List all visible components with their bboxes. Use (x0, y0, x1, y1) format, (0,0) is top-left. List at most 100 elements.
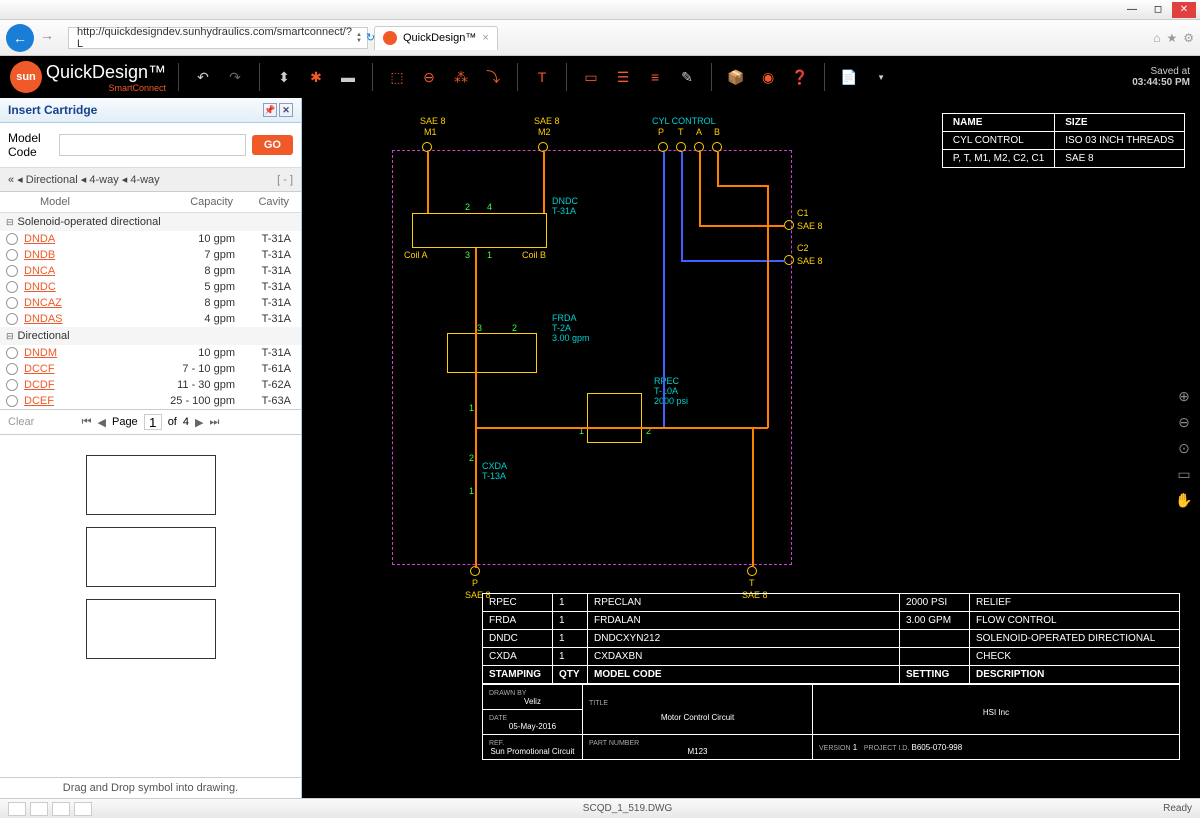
app-logo[interactable]: sun QuickDesign™ SmartConnect (10, 61, 166, 93)
url-dropdown-icon[interactable]: ▲▼ (356, 32, 362, 44)
port-p[interactable] (658, 142, 668, 152)
radio-icon[interactable] (6, 265, 18, 277)
model-link[interactable]: DNDC (24, 281, 165, 293)
ortho-icon[interactable] (74, 802, 92, 816)
group-icon[interactable]: ⁂ (449, 65, 473, 89)
symbol-3[interactable] (86, 599, 216, 659)
c1-port[interactable] (784, 220, 794, 230)
panel-close-icon[interactable]: ✕ (279, 103, 293, 117)
route-icon[interactable]: ⤵ (481, 65, 505, 89)
snap-icon[interactable] (30, 802, 48, 816)
part-row[interactable]: DNCA8 gpmT-31A (0, 263, 301, 279)
clear-button[interactable]: Clear (8, 416, 34, 428)
tools-icon[interactable]: ⚙ (1183, 31, 1194, 45)
c2-port[interactable] (784, 255, 794, 265)
symbol-1[interactable] (86, 455, 216, 515)
drawing-canvas[interactable]: SAE 8 M1 SAE 8 M2 CYL CONTROL P T A B C1… (302, 98, 1200, 798)
radio-icon[interactable] (6, 379, 18, 391)
nav-forward-button[interactable]: → (40, 27, 62, 49)
go-button[interactable]: GO (252, 135, 293, 155)
t-port[interactable] (747, 566, 757, 576)
page-first-icon[interactable]: ⏮ (82, 416, 92, 429)
zoom-window-icon[interactable]: ▭ (1174, 464, 1194, 484)
model-link[interactable]: DCCF (24, 363, 165, 375)
view2-icon[interactable]: ☰ (611, 65, 635, 89)
collapse-button[interactable]: [ - ] (277, 174, 293, 186)
part-row[interactable]: DCDF11 - 30 gpmT-62A (0, 377, 301, 393)
port-t[interactable] (676, 142, 686, 152)
part-row[interactable]: DNDC5 gpmT-31A (0, 279, 301, 295)
model-link[interactable]: DNDM (24, 347, 165, 359)
rpec-symbol[interactable] (587, 393, 642, 443)
zoom-fit-icon[interactable]: ⊙ (1174, 438, 1194, 458)
window-close[interactable]: ✕ (1172, 2, 1196, 18)
doc-icon[interactable]: 📄 (837, 65, 861, 89)
part-row[interactable]: DNDB7 gpmT-31A (0, 247, 301, 263)
manifold-icon[interactable]: ▬ (336, 65, 360, 89)
group-header[interactable]: Directional (0, 327, 301, 345)
grid-icon[interactable] (8, 802, 26, 816)
model-link[interactable]: DNCA (24, 265, 165, 277)
frda-symbol[interactable] (447, 333, 537, 373)
view1-icon[interactable]: ▭ (579, 65, 603, 89)
part-row[interactable]: DNCAZ8 gpmT-31A (0, 295, 301, 311)
breadcrumb[interactable]: « ◂ Directional ◂ 4-way ◂ 4-way [ - ] (0, 168, 301, 192)
window-minimize[interactable]: — (1120, 2, 1144, 18)
view3-icon[interactable]: ≡ (643, 65, 667, 89)
model-code-input[interactable] (59, 134, 246, 156)
tab-close-icon[interactable]: × (482, 32, 488, 44)
symbol-preview[interactable] (0, 434, 301, 777)
panel-pin-icon[interactable]: 📌 (263, 103, 277, 117)
home-icon[interactable]: ⌂ (1153, 31, 1160, 45)
radio-icon[interactable] (6, 233, 18, 245)
part-row[interactable]: DNDA10 gpmT-31A (0, 231, 301, 247)
undo-button[interactable]: ↶ (191, 65, 215, 89)
browser-tab[interactable]: QuickDesign™ × (374, 26, 498, 50)
cartridge-icon[interactable]: ⬍ (272, 65, 296, 89)
nav-back-button[interactable]: ← (6, 24, 34, 52)
radio-icon[interactable] (6, 249, 18, 261)
favorites-icon[interactable]: ★ (1166, 31, 1177, 45)
zoom-out-icon[interactable]: ⊖ (1174, 412, 1194, 432)
url-box[interactable]: http://quickdesigndev.sunhydraulics.com/… (68, 27, 368, 49)
group-header[interactable]: Solenoid-operated directional (0, 213, 301, 231)
page-next-icon[interactable]: ▶ (195, 416, 203, 429)
box-icon[interactable]: 📦 (724, 65, 748, 89)
radio-icon[interactable] (6, 281, 18, 293)
radio-icon[interactable] (6, 297, 18, 309)
dropdown-icon[interactable]: ▼ (869, 65, 893, 89)
model-link[interactable]: DNDA (24, 233, 165, 245)
page-input[interactable] (144, 414, 162, 430)
model-link[interactable]: DNDB (24, 249, 165, 261)
select-icon[interactable]: ⬚ (385, 65, 409, 89)
valve-icon[interactable]: ✱ (304, 65, 328, 89)
layer-icon[interactable] (52, 802, 70, 816)
port-a[interactable] (694, 142, 704, 152)
model-link[interactable]: DCDF (24, 379, 165, 391)
symbol-2[interactable] (86, 527, 216, 587)
part-row[interactable]: DNDAS4 gpmT-31A (0, 311, 301, 327)
sun-icon[interactable]: ◉ (756, 65, 780, 89)
edit-icon[interactable]: ✎ (675, 65, 699, 89)
page-prev-icon[interactable]: ◀ (98, 416, 106, 429)
pan-icon[interactable]: ✋ (1174, 490, 1194, 510)
help-icon[interactable]: ❓ (788, 65, 812, 89)
redo-button[interactable]: ↷ (223, 65, 247, 89)
port-b[interactable] (712, 142, 722, 152)
window-maximize[interactable]: ◻ (1146, 2, 1170, 18)
page-last-icon[interactable]: ⏭ (209, 416, 219, 429)
node-icon[interactable]: ⊖ (417, 65, 441, 89)
part-row[interactable]: DCEF25 - 100 gpmT-63A (0, 393, 301, 409)
model-link[interactable]: DNCAZ (24, 297, 165, 309)
part-row[interactable]: DNDM10 gpmT-31A (0, 345, 301, 361)
m2-port[interactable] (538, 142, 548, 152)
text-icon[interactable]: T (530, 65, 554, 89)
dndc-symbol[interactable] (412, 213, 547, 248)
radio-icon[interactable] (6, 363, 18, 375)
model-link[interactable]: DCEF (24, 395, 165, 407)
radio-icon[interactable] (6, 395, 18, 407)
radio-icon[interactable] (6, 347, 18, 359)
zoom-in-icon[interactable]: ⊕ (1174, 386, 1194, 406)
m1-port[interactable] (422, 142, 432, 152)
part-row[interactable]: DCCF7 - 10 gpmT-61A (0, 361, 301, 377)
